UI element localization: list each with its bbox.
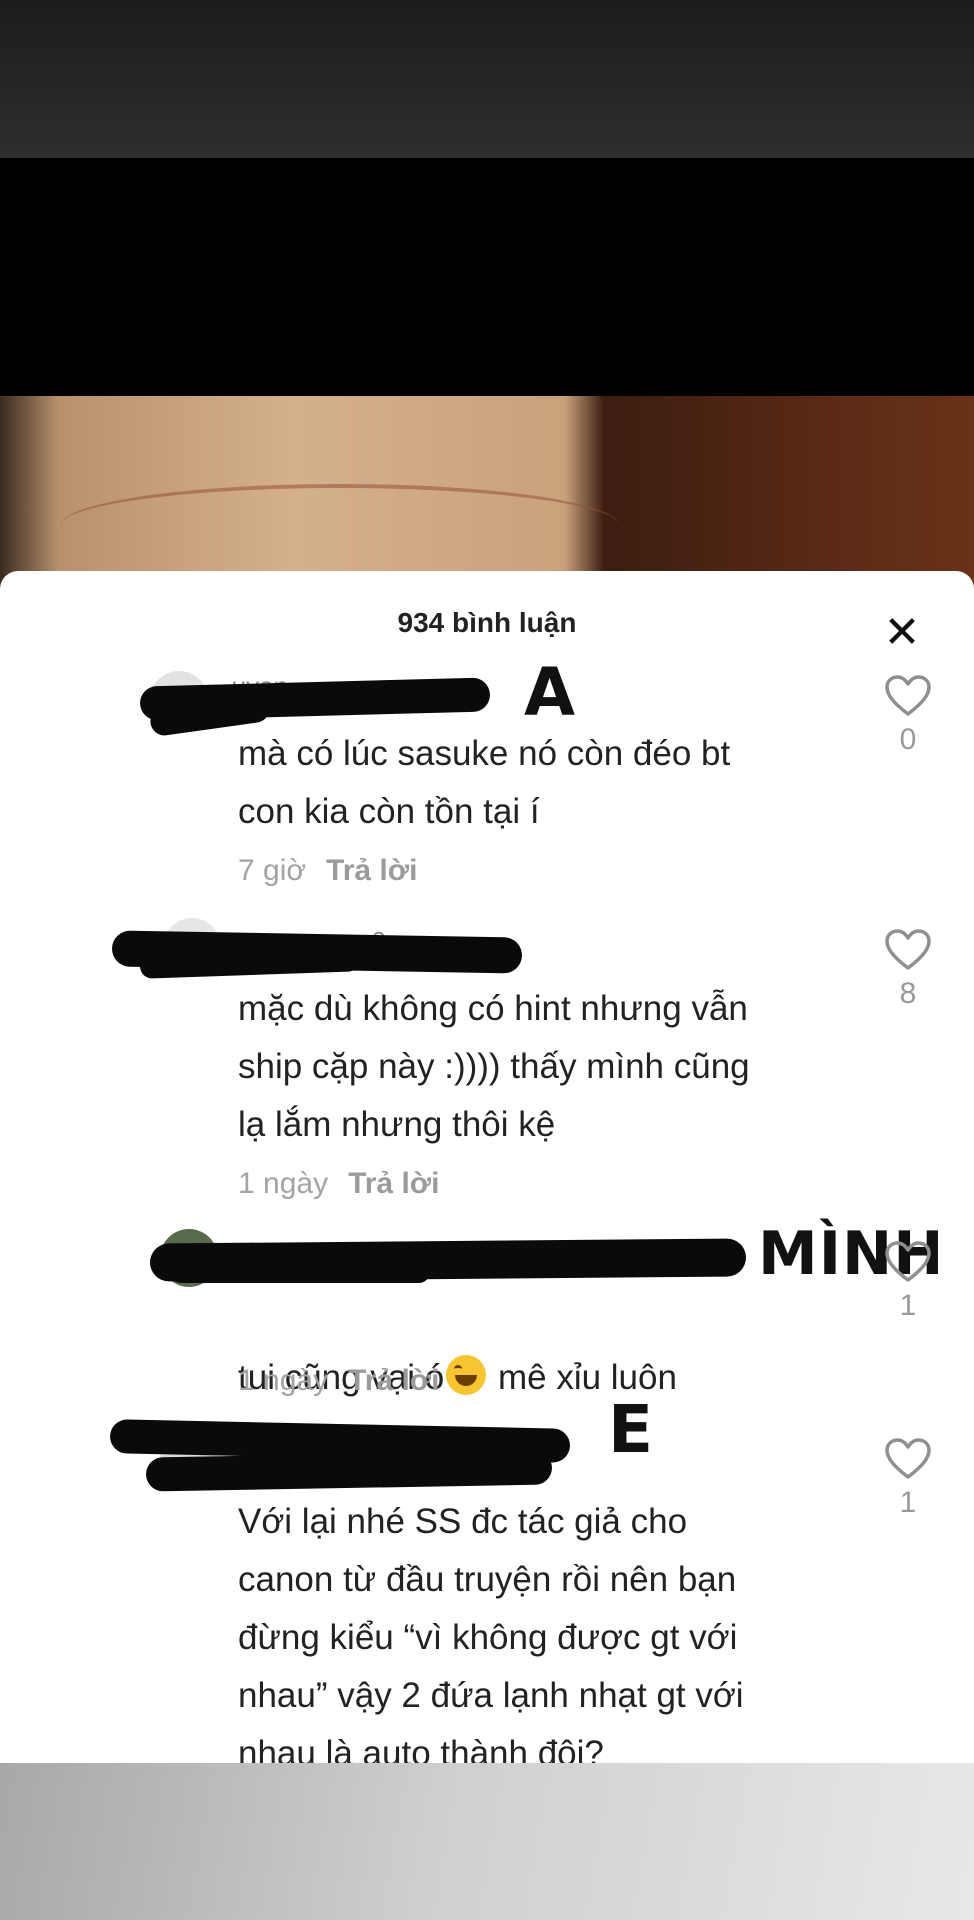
comment-time: 1 ngày bbox=[238, 1167, 329, 1200]
comment-meta: 1 ngày Trả lời bbox=[238, 1364, 439, 1398]
comment-meta: 1 ngày Trả lời bbox=[238, 1167, 439, 1201]
reply-button[interactable]: Trả lời bbox=[348, 1364, 439, 1397]
laughing-tears-emoji bbox=[446, 1355, 487, 1395]
like-count: 1 bbox=[899, 1289, 917, 1322]
video-letterbox bbox=[0, 158, 974, 396]
comment-meta: 7 giờ Trả lời bbox=[238, 854, 417, 888]
annotation-label: E bbox=[608, 1391, 655, 1468]
status-bar-area bbox=[0, 0, 974, 158]
close-icon[interactable]: ✕ bbox=[880, 611, 924, 655]
heart-icon[interactable] bbox=[884, 674, 932, 718]
comment-text: Với lại nhé SS đc tác giả cho canon từ đ… bbox=[238, 1502, 744, 1763]
redaction-mark bbox=[170, 1261, 430, 1283]
like-count: 0 bbox=[899, 723, 917, 756]
comment-text: mặc dù không có hint nhưng vẫn ship cặp … bbox=[238, 989, 750, 1144]
comments-count-title: 934 bình luận bbox=[397, 607, 577, 638]
comment-text: mà có lúc sasuke nó còn đéo bt con kia c… bbox=[238, 734, 731, 831]
heart-icon[interactable] bbox=[884, 1437, 932, 1481]
heart-icon[interactable] bbox=[884, 928, 932, 972]
annotation-label: A bbox=[524, 654, 577, 731]
like-count: 8 bbox=[899, 977, 917, 1010]
like-count: 1 bbox=[899, 1486, 917, 1519]
video-detail bbox=[60, 484, 620, 568]
bottom-overlay bbox=[0, 1763, 974, 1920]
redaction-mark bbox=[145, 1450, 553, 1492]
reply-button[interactable]: Trả lời bbox=[348, 1167, 439, 1200]
comment-time: 1 ngày bbox=[238, 1364, 329, 1397]
reply-button[interactable]: Trả lời bbox=[326, 854, 417, 887]
comment-time: 7 giờ bbox=[238, 854, 307, 887]
heart-icon[interactable] bbox=[884, 1240, 932, 1284]
comments-panel: 934 bình luận ✕ ...uyen A mà có lúc sasu… bbox=[0, 571, 974, 1763]
video-frame[interactable] bbox=[0, 396, 974, 596]
